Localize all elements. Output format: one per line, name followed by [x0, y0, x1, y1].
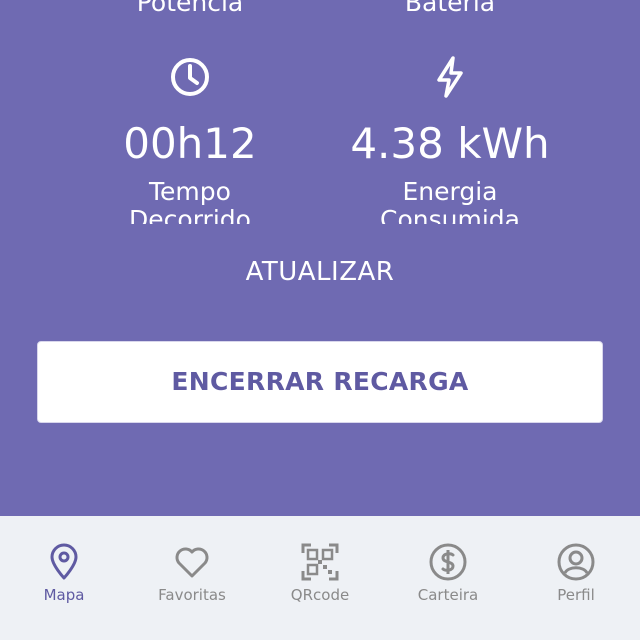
lightning-icon: [428, 55, 472, 99]
tab-mapa[interactable]: Mapa: [0, 516, 128, 640]
tab-label-carteira: Carteira: [417, 586, 479, 604]
charging-status-panel: Potência 00h12 Tempo Decorrido Bateria 4…: [0, 0, 640, 516]
battery-label: Bateria: [404, 0, 496, 17]
end-charging-button[interactable]: ENCERRAR RECARGA: [37, 341, 603, 423]
heart-icon: [172, 542, 212, 582]
elapsed-time-label: Tempo Decorrido: [129, 178, 251, 224]
tab-perfil[interactable]: Perfil: [512, 516, 640, 640]
tab-label-perfil: Perfil: [557, 586, 595, 604]
tab-favoritas[interactable]: Favoritas: [128, 516, 256, 640]
tab-carteira[interactable]: Carteira: [384, 516, 512, 640]
tab-qrcode[interactable]: QRcode: [256, 516, 384, 640]
tab-label-favoritas: Favoritas: [158, 586, 226, 604]
refresh-button[interactable]: ATUALIZAR: [220, 254, 420, 290]
energy-consumed-value: 4.38 kWh: [350, 119, 550, 168]
power-label: Potência: [136, 0, 244, 17]
energy-consumed-label: Energia Consumida: [380, 178, 520, 224]
dollar-icon: [428, 542, 468, 582]
elapsed-time-label-clip: Tempo Decorrido: [50, 178, 330, 224]
bottom-tab-bar: Mapa Favoritas QRcode Carteira Perfil: [0, 516, 640, 640]
qrcode-icon: [300, 542, 340, 582]
map-pin-icon: [44, 542, 84, 582]
energy-consumed-label-clip: Energia Consumida: [310, 178, 590, 224]
elapsed-time-value: 00h12: [123, 119, 257, 168]
user-icon: [556, 542, 596, 582]
tab-label-mapa: Mapa: [43, 586, 85, 604]
tab-label-qrcode: QRcode: [290, 586, 350, 604]
clock-icon: [168, 55, 212, 99]
